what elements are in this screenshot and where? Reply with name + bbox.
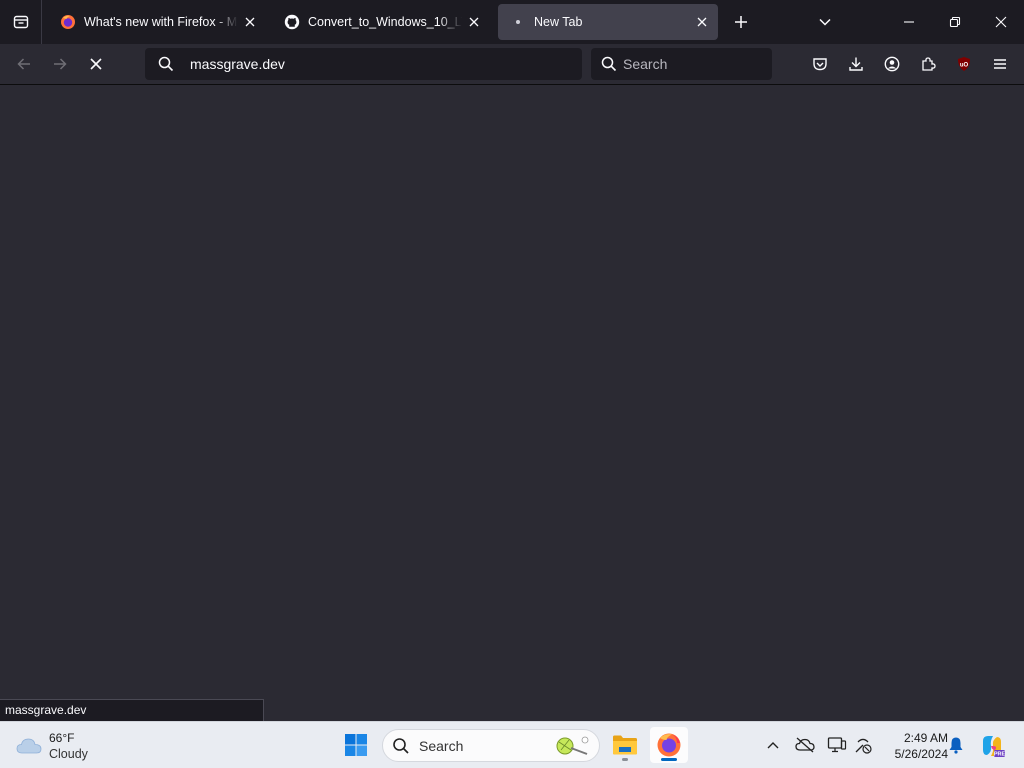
tab-title: What's new with Firefox - More xyxy=(84,15,238,29)
folder-icon xyxy=(613,735,637,755)
puzzle-icon xyxy=(922,57,936,71)
clock-time: 2:49 AM xyxy=(903,731,948,745)
weather-condition: Cloudy xyxy=(49,747,88,761)
navigation-toolbar: massgrave.dev Search uO xyxy=(0,44,1024,85)
screen: What's new with Firefox - More Convert_t… xyxy=(0,0,1024,768)
monitor-icon xyxy=(827,737,847,753)
firefox-favicon-icon xyxy=(60,14,76,30)
search-icon xyxy=(393,737,409,754)
taskbar-active-indicator xyxy=(661,758,677,761)
tab-close-icon[interactable] xyxy=(462,10,486,34)
display-tray-button[interactable] xyxy=(826,734,848,756)
cloud-offline-icon xyxy=(795,737,815,753)
start-button[interactable] xyxy=(337,727,375,763)
forward-button[interactable] xyxy=(46,50,74,78)
app-menu-button[interactable] xyxy=(986,50,1014,78)
address-bar[interactable]: massgrave.dev xyxy=(145,48,582,80)
search-bar[interactable]: Search xyxy=(591,48,772,80)
extensions-button[interactable] xyxy=(914,50,942,78)
close-window-button[interactable] xyxy=(982,8,1020,36)
arrow-right-icon xyxy=(54,58,67,70)
close-icon xyxy=(995,16,1007,28)
taskbar-file-explorer[interactable] xyxy=(606,727,644,763)
copilot-button[interactable]: PRE xyxy=(978,732,1006,760)
download-icon xyxy=(849,57,863,71)
status-panel: massgrave.dev xyxy=(0,699,264,721)
windows-logo-icon xyxy=(345,734,367,756)
plus-icon xyxy=(735,16,747,28)
downloads-button[interactable] xyxy=(842,50,870,78)
search-icon xyxy=(601,56,617,72)
svg-text:uO: uO xyxy=(960,63,969,69)
taskbar-search-placeholder: Search xyxy=(419,737,464,754)
tab-strip: What's new with Firefox - More Convert_t… xyxy=(0,0,1024,44)
onedrive-tray-button[interactable] xyxy=(794,734,816,756)
network-disconnected-icon xyxy=(855,738,872,754)
new-tab-button[interactable] xyxy=(727,8,755,36)
bell-icon xyxy=(949,737,963,754)
search-placeholder: Search xyxy=(623,56,668,72)
github-favicon-icon xyxy=(284,14,300,30)
firefox-logo-icon xyxy=(657,733,681,757)
clock-date: 5/26/2024 xyxy=(894,747,948,761)
list-all-tabs-button[interactable] xyxy=(811,8,839,36)
notifications-button[interactable] xyxy=(945,734,967,756)
copilot-icon: PRE xyxy=(983,736,1005,758)
taskbar-running-indicator xyxy=(622,758,628,761)
hamburger-menu-icon xyxy=(994,59,1006,69)
tab-new-tab[interactable]: New Tab xyxy=(498,4,718,40)
show-hidden-icons-button[interactable] xyxy=(762,734,784,756)
weather-widget[interactable]: 66°F Cloudy xyxy=(16,728,88,764)
tab-github-convert[interactable]: Convert_to_Windows_10_LTSC/ xyxy=(272,4,490,40)
arrow-left-icon xyxy=(17,58,30,70)
stop-x-icon xyxy=(90,58,102,70)
taskbar-firefox[interactable] xyxy=(650,727,688,763)
url-text: massgrave.dev xyxy=(190,56,285,72)
search-icon xyxy=(158,56,174,72)
tab-title: New Tab xyxy=(534,15,583,29)
pocket-icon xyxy=(813,58,827,71)
restore-button[interactable] xyxy=(936,8,974,36)
back-button[interactable] xyxy=(10,50,38,78)
ublock-origin-icon: uO xyxy=(958,57,970,71)
firefox-view-icon xyxy=(13,15,28,29)
tab-close-icon[interactable] xyxy=(690,10,714,34)
account-button[interactable] xyxy=(878,50,906,78)
minimize-button[interactable] xyxy=(890,8,928,36)
account-icon xyxy=(884,56,900,72)
ublock-origin-button[interactable]: uO xyxy=(950,50,978,78)
weather-temperature: 66°F xyxy=(49,731,75,745)
cloud-icon xyxy=(16,738,42,754)
tab-close-icon[interactable] xyxy=(238,10,262,34)
page-content[interactable] xyxy=(0,85,1024,721)
tab-title: Convert_to_Windows_10_LTSC/ xyxy=(308,15,462,29)
chevron-up-icon xyxy=(767,742,779,749)
firefox-view-button[interactable] xyxy=(0,0,42,44)
pocket-button[interactable] xyxy=(806,50,834,78)
stop-button[interactable] xyxy=(82,50,110,78)
restore-icon xyxy=(949,16,961,28)
tab-whats-new[interactable]: What's new with Firefox - More xyxy=(48,4,266,40)
search-highlight-badminton-icon xyxy=(556,736,589,755)
svg-text:PRE: PRE xyxy=(994,752,1005,758)
taskbar-clock[interactable]: 2:49 AM 5/26/2024 xyxy=(878,730,948,762)
network-tray-button[interactable] xyxy=(852,734,874,756)
loading-dot-icon xyxy=(510,14,526,30)
chevron-down-icon xyxy=(819,18,831,26)
minimize-icon xyxy=(904,21,914,23)
windows-taskbar: 66°F Cloudy Search 2:49 AM 5/26/2024 PRE xyxy=(0,721,1024,768)
taskbar-search-box[interactable]: Search xyxy=(382,729,600,762)
